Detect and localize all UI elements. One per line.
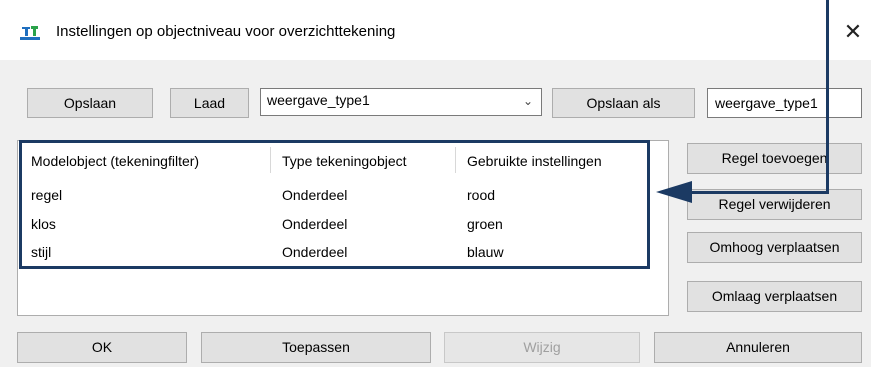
table-cell-used-settings: groen xyxy=(467,216,503,232)
table-cell-used-settings: blauw xyxy=(467,244,504,260)
annotation-callout-line xyxy=(690,191,829,194)
table-cell-drawing-object-type: Onderdeel xyxy=(282,244,348,260)
table-cell-drawing-object-type: Onderdeel xyxy=(282,216,348,232)
preset-select[interactable]: weergave_type1 ⌄ xyxy=(260,88,542,116)
drawing-settings-icon xyxy=(20,26,40,40)
modify-button[interactable]: Wijzig xyxy=(444,332,640,363)
table-cell-model-object: klos xyxy=(31,216,56,232)
window-title: Instellingen op objectniveau voor overzi… xyxy=(56,23,396,40)
move-up-button[interactable]: Omhoog verplaatsen xyxy=(687,232,862,263)
annotation-callout-line xyxy=(826,0,829,193)
column-divider[interactable] xyxy=(270,147,271,173)
table-cell-used-settings: rood xyxy=(467,187,496,203)
add-rule-button[interactable]: Regel toevoegen xyxy=(687,143,862,174)
column-header-drawing-object-type[interactable]: Type tekeningobject xyxy=(282,153,407,169)
cancel-button[interactable]: Annuleren xyxy=(654,332,862,363)
preset-select-value: weergave_type1 xyxy=(267,92,370,108)
annotation-arrow-icon xyxy=(656,181,692,203)
title-bar: Instellingen op objectniveau voor overzi… xyxy=(0,0,871,60)
table-cell-model-object: regel xyxy=(31,187,63,203)
save-as-name-field[interactable]: weergave_type1 xyxy=(707,88,862,118)
column-header-used-settings[interactable]: Gebruikte instellingen xyxy=(467,153,602,169)
column-divider[interactable] xyxy=(455,147,456,173)
chevron-down-icon: ⌄ xyxy=(522,94,533,108)
apply-button[interactable]: Toepassen xyxy=(201,332,431,363)
ok-button[interactable]: OK xyxy=(17,332,187,363)
table-cell-drawing-object-type: Onderdeel xyxy=(282,187,348,203)
column-header-model-object[interactable]: Modelobject (tekeningfilter) xyxy=(31,153,199,169)
close-button[interactable]: ✕ xyxy=(840,18,866,46)
close-icon: ✕ xyxy=(843,19,863,44)
load-button[interactable]: Laad xyxy=(170,88,249,118)
save-button[interactable]: Opslaan xyxy=(27,88,153,118)
save-as-button[interactable]: Opslaan als xyxy=(552,88,695,118)
table-cell-model-object: stijl xyxy=(31,244,52,260)
move-down-button[interactable]: Omlaag verplaatsen xyxy=(687,281,862,312)
save-as-name-value: weergave_type1 xyxy=(715,95,818,111)
